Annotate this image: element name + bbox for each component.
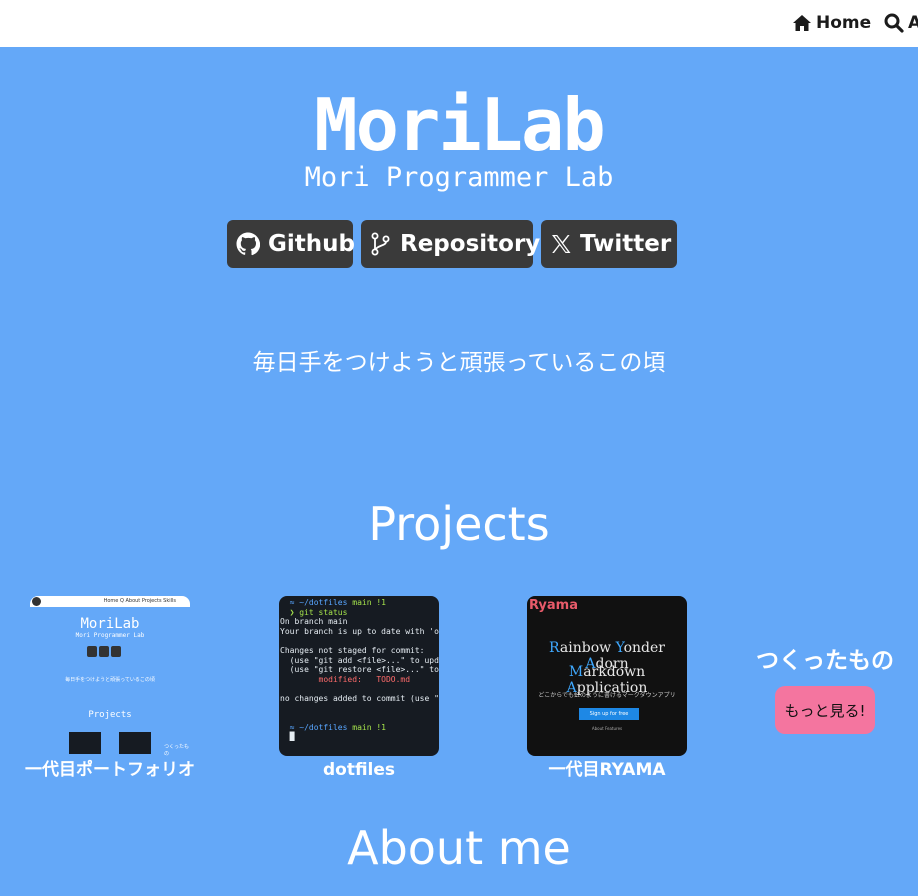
mini-card bbox=[119, 732, 151, 754]
mini-navbar: Home Q About Projects Skills bbox=[30, 596, 190, 607]
nav-home-label: Home bbox=[816, 13, 872, 33]
site-subtitle: Mori Programmer Lab bbox=[304, 162, 614, 193]
project-label-ryama[interactable]: 一代目RYAMA bbox=[507, 758, 707, 782]
ryama-logo: Ryama bbox=[529, 598, 578, 613]
mini-title: MoriLab bbox=[80, 616, 140, 632]
about-heading: About me bbox=[347, 821, 571, 875]
github-button[interactable]: Github bbox=[227, 220, 355, 268]
top-navbar: Home A bbox=[0, 0, 918, 47]
ryama-description: どこからでも虹のように書けるマークダウンアプリ bbox=[538, 692, 676, 699]
project-thumbnail-ryama[interactable]: Ryama Rainbow Yonder Adorn Markdown Appl… bbox=[527, 596, 687, 756]
nav-home-link[interactable]: Home bbox=[792, 10, 871, 36]
mini-card bbox=[69, 732, 101, 754]
mini-buttons bbox=[87, 646, 121, 657]
more-projects-title: つくったもの bbox=[756, 648, 894, 674]
project-thumbnail-portfolio[interactable]: Home Q About Projects Skills MoriLab Mor… bbox=[30, 596, 190, 756]
mini-projects-heading: Projects bbox=[88, 710, 132, 720]
tagline: 毎日手をつけようと頑張っているこの頃 bbox=[252, 350, 666, 376]
project-label-dotfiles[interactable]: dotfiles bbox=[259, 758, 459, 782]
twitter-button[interactable]: Twitter bbox=[541, 220, 677, 268]
nav-search-label: A bbox=[908, 13, 918, 33]
terminal-output: ≈ ~/dotfiles main !1 ❯ git status On bra… bbox=[280, 598, 439, 742]
nav-search-link[interactable]: A bbox=[884, 10, 918, 36]
repository-button-label: Repository bbox=[400, 231, 541, 257]
site-title: MoriLab bbox=[314, 83, 605, 167]
search-icon bbox=[884, 13, 904, 33]
ryama-links: About Features bbox=[591, 726, 623, 731]
github-icon bbox=[236, 232, 260, 256]
mini-tagline: 毎日手をつけようと頑張っているこの頃 bbox=[65, 677, 155, 683]
mini-avatar bbox=[32, 597, 41, 606]
project-thumbnail-dotfiles[interactable]: ≈ ~/dotfiles main !1 ❯ git status On bra… bbox=[279, 596, 439, 756]
github-button-label: Github bbox=[268, 231, 355, 257]
projects-heading: Projects bbox=[368, 497, 550, 551]
more-projects-button[interactable]: もっと見る! bbox=[775, 686, 875, 734]
twitter-button-label: Twitter bbox=[580, 231, 672, 257]
home-icon bbox=[793, 15, 811, 31]
mini-subtitle: Mori Programmer Lab bbox=[75, 632, 145, 639]
ryama-signup-button: Sign up for free bbox=[579, 708, 639, 720]
git-branch-icon bbox=[371, 232, 390, 256]
x-logo-icon bbox=[552, 235, 571, 253]
repository-button[interactable]: Repository bbox=[361, 220, 540, 268]
project-label-portfolio[interactable]: 一代目ポートフォリオ bbox=[10, 758, 210, 782]
mini-more-title: つくったもの bbox=[164, 744, 190, 756]
mini-nav-links: Home Q About Projects Skills bbox=[103, 598, 176, 604]
